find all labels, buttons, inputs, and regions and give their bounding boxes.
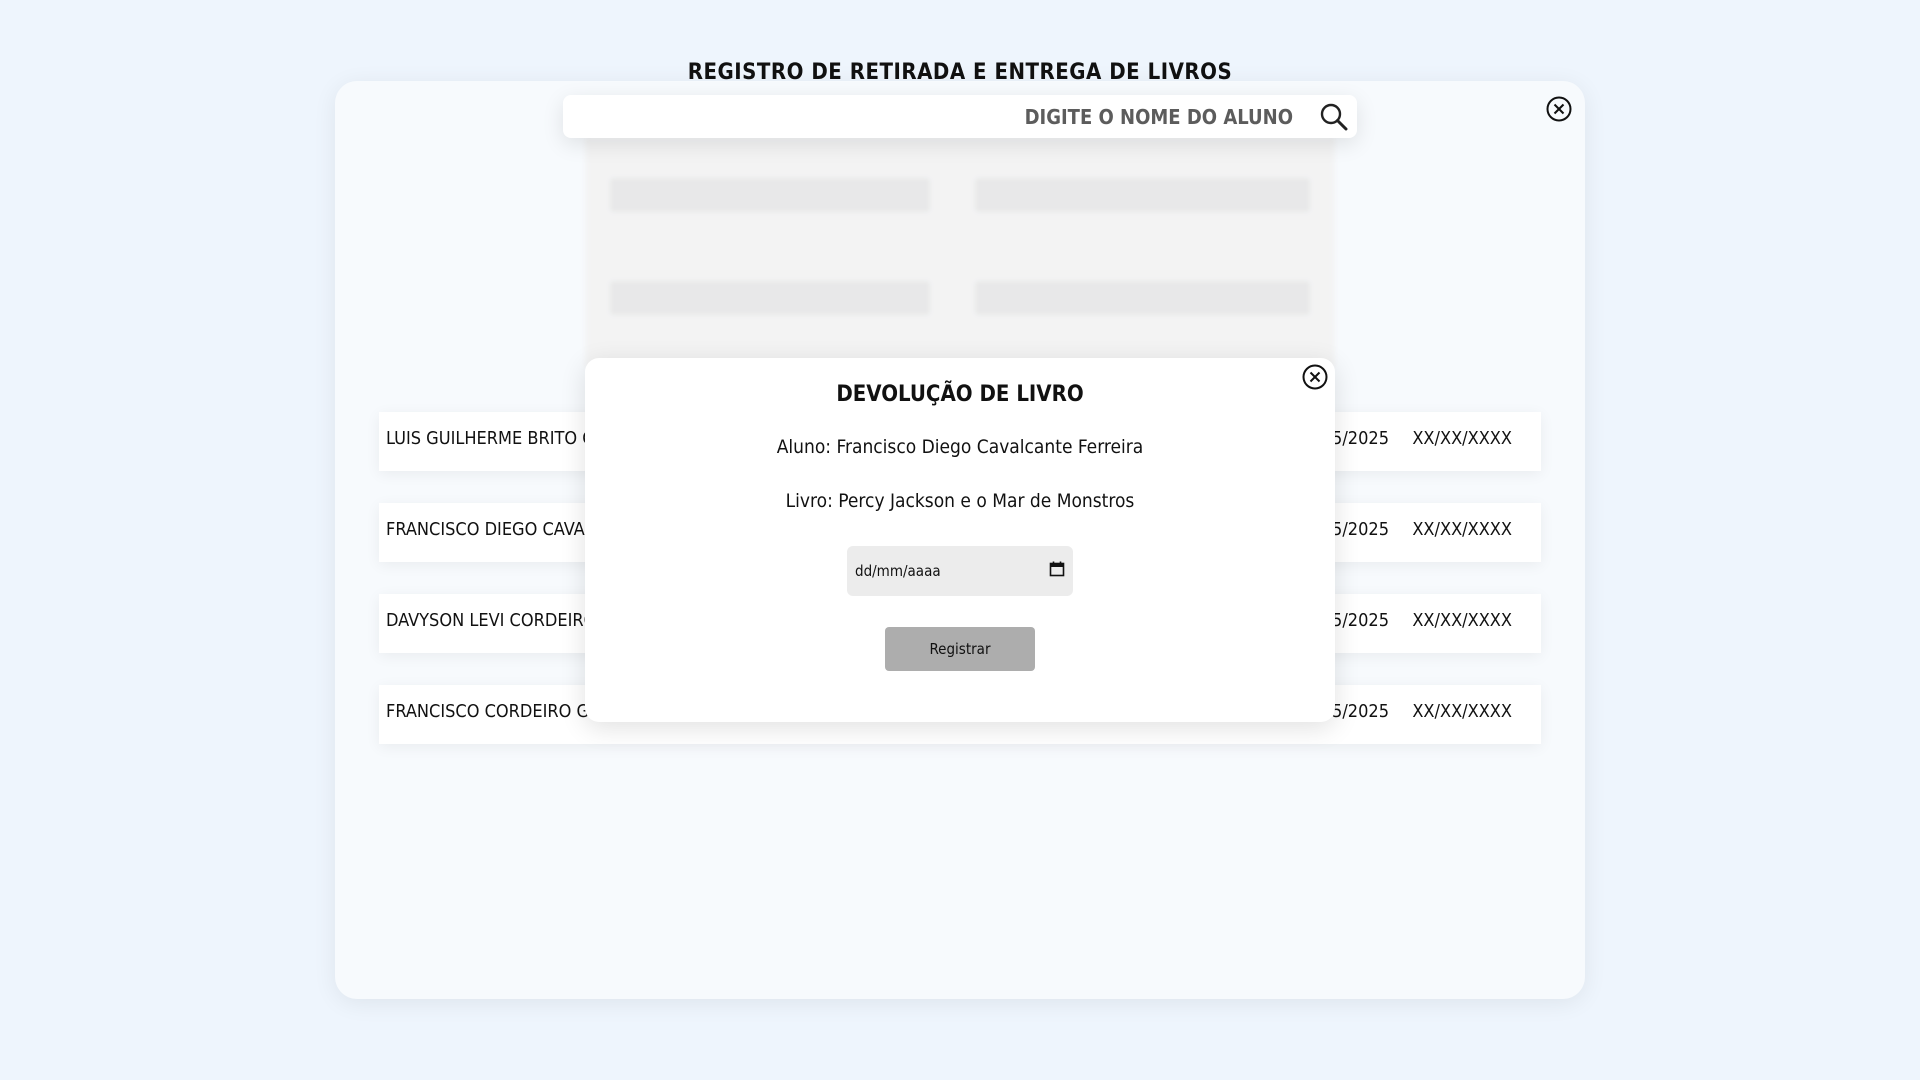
close-icon[interactable] — [1545, 95, 1573, 123]
return-book-modal: DEVOLUÇÃO DE LIVRO Aluno: Francisco Dieg… — [585, 358, 1335, 722]
blurred-field — [975, 178, 1310, 212]
blurred-field — [610, 281, 930, 315]
date-placeholder: dd/mm/aaaa — [855, 562, 941, 580]
calendar-icon[interactable] — [1049, 561, 1065, 581]
modal-title: DEVOLUÇÃO DE LIVRO — [836, 382, 1084, 407]
return-date: XX/XX/XXXX — [1412, 519, 1512, 540]
return-date: XX/XX/XXXX — [1412, 610, 1512, 631]
blurred-form-background — [585, 138, 1335, 368]
student-line: Aluno: Francisco Diego Cavalcante Ferrei… — [776, 436, 1144, 458]
blurred-field — [975, 281, 1310, 315]
return-date: XX/XX/XXXX — [1412, 428, 1512, 449]
return-date-input[interactable]: dd/mm/aaaa — [847, 546, 1073, 596]
search-icon[interactable] — [1319, 102, 1349, 132]
return-date: XX/XX/XXXX — [1412, 701, 1512, 722]
book-line: Livro: Percy Jackson e o Mar de Monstros — [785, 490, 1135, 512]
register-button[interactable]: Registrar — [885, 627, 1035, 671]
search-input[interactable] — [655, 98, 1295, 135]
blurred-field — [610, 178, 930, 212]
search-bar — [563, 95, 1357, 138]
student-name: LUIS GUILHERME BRITO GOI — [386, 428, 613, 449]
